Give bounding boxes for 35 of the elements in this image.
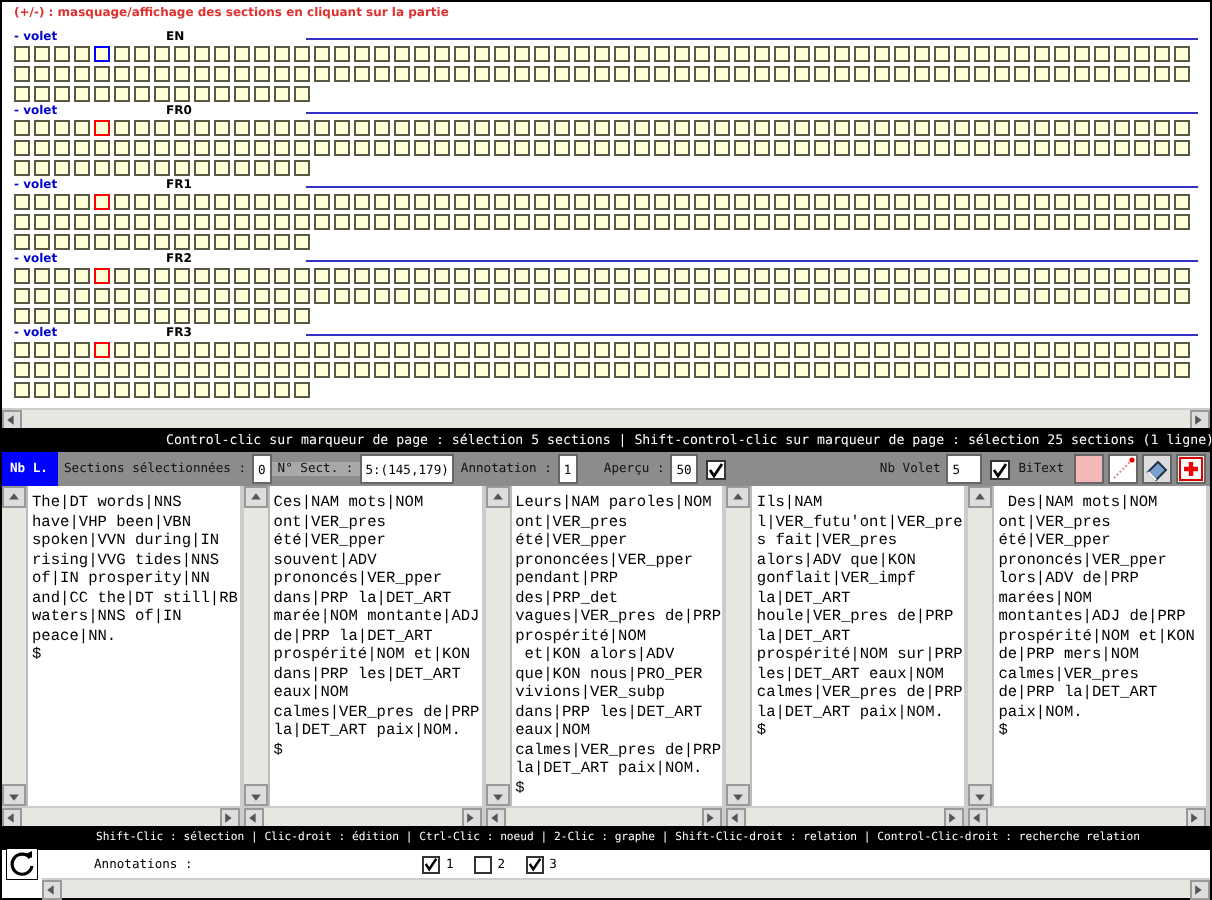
left-arrow-icon[interactable] [4,412,20,428]
horizontal-scrollbar[interactable] [485,806,723,826]
checkbox[interactable] [422,855,440,873]
vertical-scrollbar[interactable] [485,486,512,806]
eraser-icon [1144,456,1170,482]
left-arrow-icon[interactable] [487,810,504,826]
checkbox[interactable] [990,459,1011,479]
horizontal-scrollbar[interactable] [42,878,1210,898]
vertical-scrollbar[interactable] [968,486,995,806]
up-arrow-icon[interactable] [489,489,506,505]
left-arrow-icon[interactable] [4,810,20,826]
up-arrow-icon[interactable] [6,489,22,505]
add-button[interactable] [1176,454,1206,484]
horizontal-scrollbar[interactable] [726,806,965,826]
checkbox[interactable] [706,459,727,479]
vertical-scrollbar[interactable] [2,486,28,806]
horizontal-scrollbar[interactable] [968,806,1206,826]
left-arrow-icon[interactable] [44,882,60,898]
dotted-line-button[interactable] [1108,454,1138,484]
horizontal-scrollbar[interactable] [2,806,240,826]
add-icon [1178,456,1204,482]
checkbox[interactable] [473,855,492,873]
left-arrow-icon[interactable] [245,810,262,826]
up-arrow-icon[interactable] [247,489,264,505]
up-arrow-icon[interactable] [730,489,747,505]
horizontal-scrollbar[interactable] [243,806,482,826]
checkbox[interactable] [525,855,544,873]
refresh-icon[interactable] [6,848,38,880]
eraser-button[interactable] [1142,454,1172,484]
dotted-line-icon [1110,456,1136,482]
color-swatch-button[interactable] [1074,454,1104,484]
vertical-scrollbar[interactable] [726,486,753,806]
horizontal-scrollbar[interactable] [2,408,1210,428]
vertical-scrollbar[interactable] [243,486,270,806]
up-arrow-icon[interactable] [972,489,989,505]
